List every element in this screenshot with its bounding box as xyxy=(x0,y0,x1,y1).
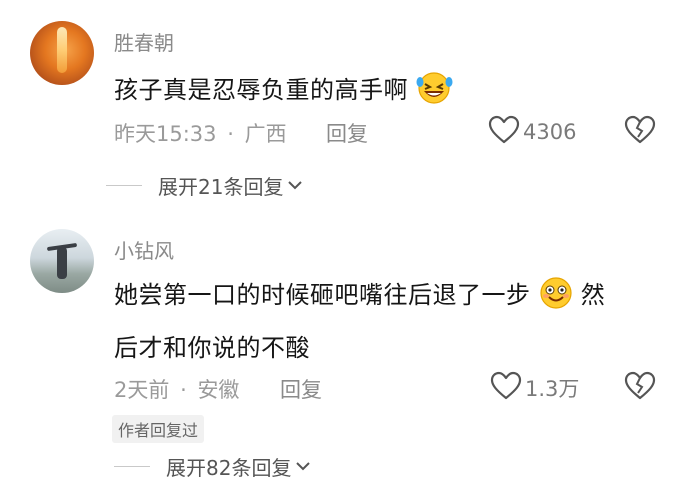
avatar[interactable] xyxy=(30,229,94,293)
like-count: 4306 xyxy=(523,120,577,144)
dislike-button[interactable] xyxy=(624,371,656,405)
laughing-crying-emoji-icon xyxy=(416,71,454,111)
author-replied-badge: 作者回复过 xyxy=(112,415,205,443)
username[interactable]: 胜春朝 xyxy=(114,27,174,56)
divider-line xyxy=(106,185,142,186)
avatar[interactable] xyxy=(30,21,94,85)
comment-location: 安徽 xyxy=(197,378,240,402)
comment-text-line1-end: 然 xyxy=(580,281,606,309)
comment-meta: 昨天15:33 · 广西 xyxy=(114,118,287,148)
chevron-down-icon xyxy=(295,457,311,476)
comment-location: 广西 xyxy=(244,122,287,146)
comment-date: 2天前 xyxy=(114,378,170,402)
like-button[interactable]: 1.3万 xyxy=(490,371,579,405)
broken-heart-icon xyxy=(624,371,656,405)
comment-date: 昨天15:33 xyxy=(114,122,217,146)
comment-text-line2: 后才和你说的不酸 xyxy=(114,334,310,362)
expand-replies[interactable]: 展开82条回复 xyxy=(114,452,311,481)
like-button[interactable]: 4306 xyxy=(488,115,576,149)
comment-text-body: 孩子真是忍辱负重的高手啊 xyxy=(114,76,408,104)
heart-outline-icon xyxy=(490,371,522,405)
comment-meta: 2天前 · 安徽 xyxy=(114,374,239,404)
reply-button[interactable]: 回复 xyxy=(280,374,322,404)
smiling-emoji-icon xyxy=(539,276,573,316)
username[interactable]: 小钻风 xyxy=(114,235,174,264)
comment-text-line1: 她尝第一口的时候砸吧嘴往后退了一步 xyxy=(114,281,531,309)
comment-text: 孩子真是忍辱负重的高手啊 xyxy=(114,70,454,111)
meta-separator: · xyxy=(227,122,234,146)
divider-line xyxy=(114,466,150,467)
chevron-down-icon xyxy=(287,176,303,195)
meta-separator: · xyxy=(180,378,187,402)
expand-replies[interactable]: 展开21条回复 xyxy=(106,171,303,200)
like-count: 1.3万 xyxy=(525,377,580,401)
broken-heart-icon xyxy=(624,115,656,149)
dislike-button[interactable] xyxy=(624,115,656,149)
comment-text: 她尝第一口的时候砸吧嘴往后退了一步 然 xyxy=(114,275,605,316)
expand-replies-label: 展开82条回复 xyxy=(166,456,292,480)
expand-replies-label: 展开21条回复 xyxy=(158,175,284,199)
heart-outline-icon xyxy=(488,115,520,149)
reply-button[interactable]: 回复 xyxy=(326,118,368,148)
